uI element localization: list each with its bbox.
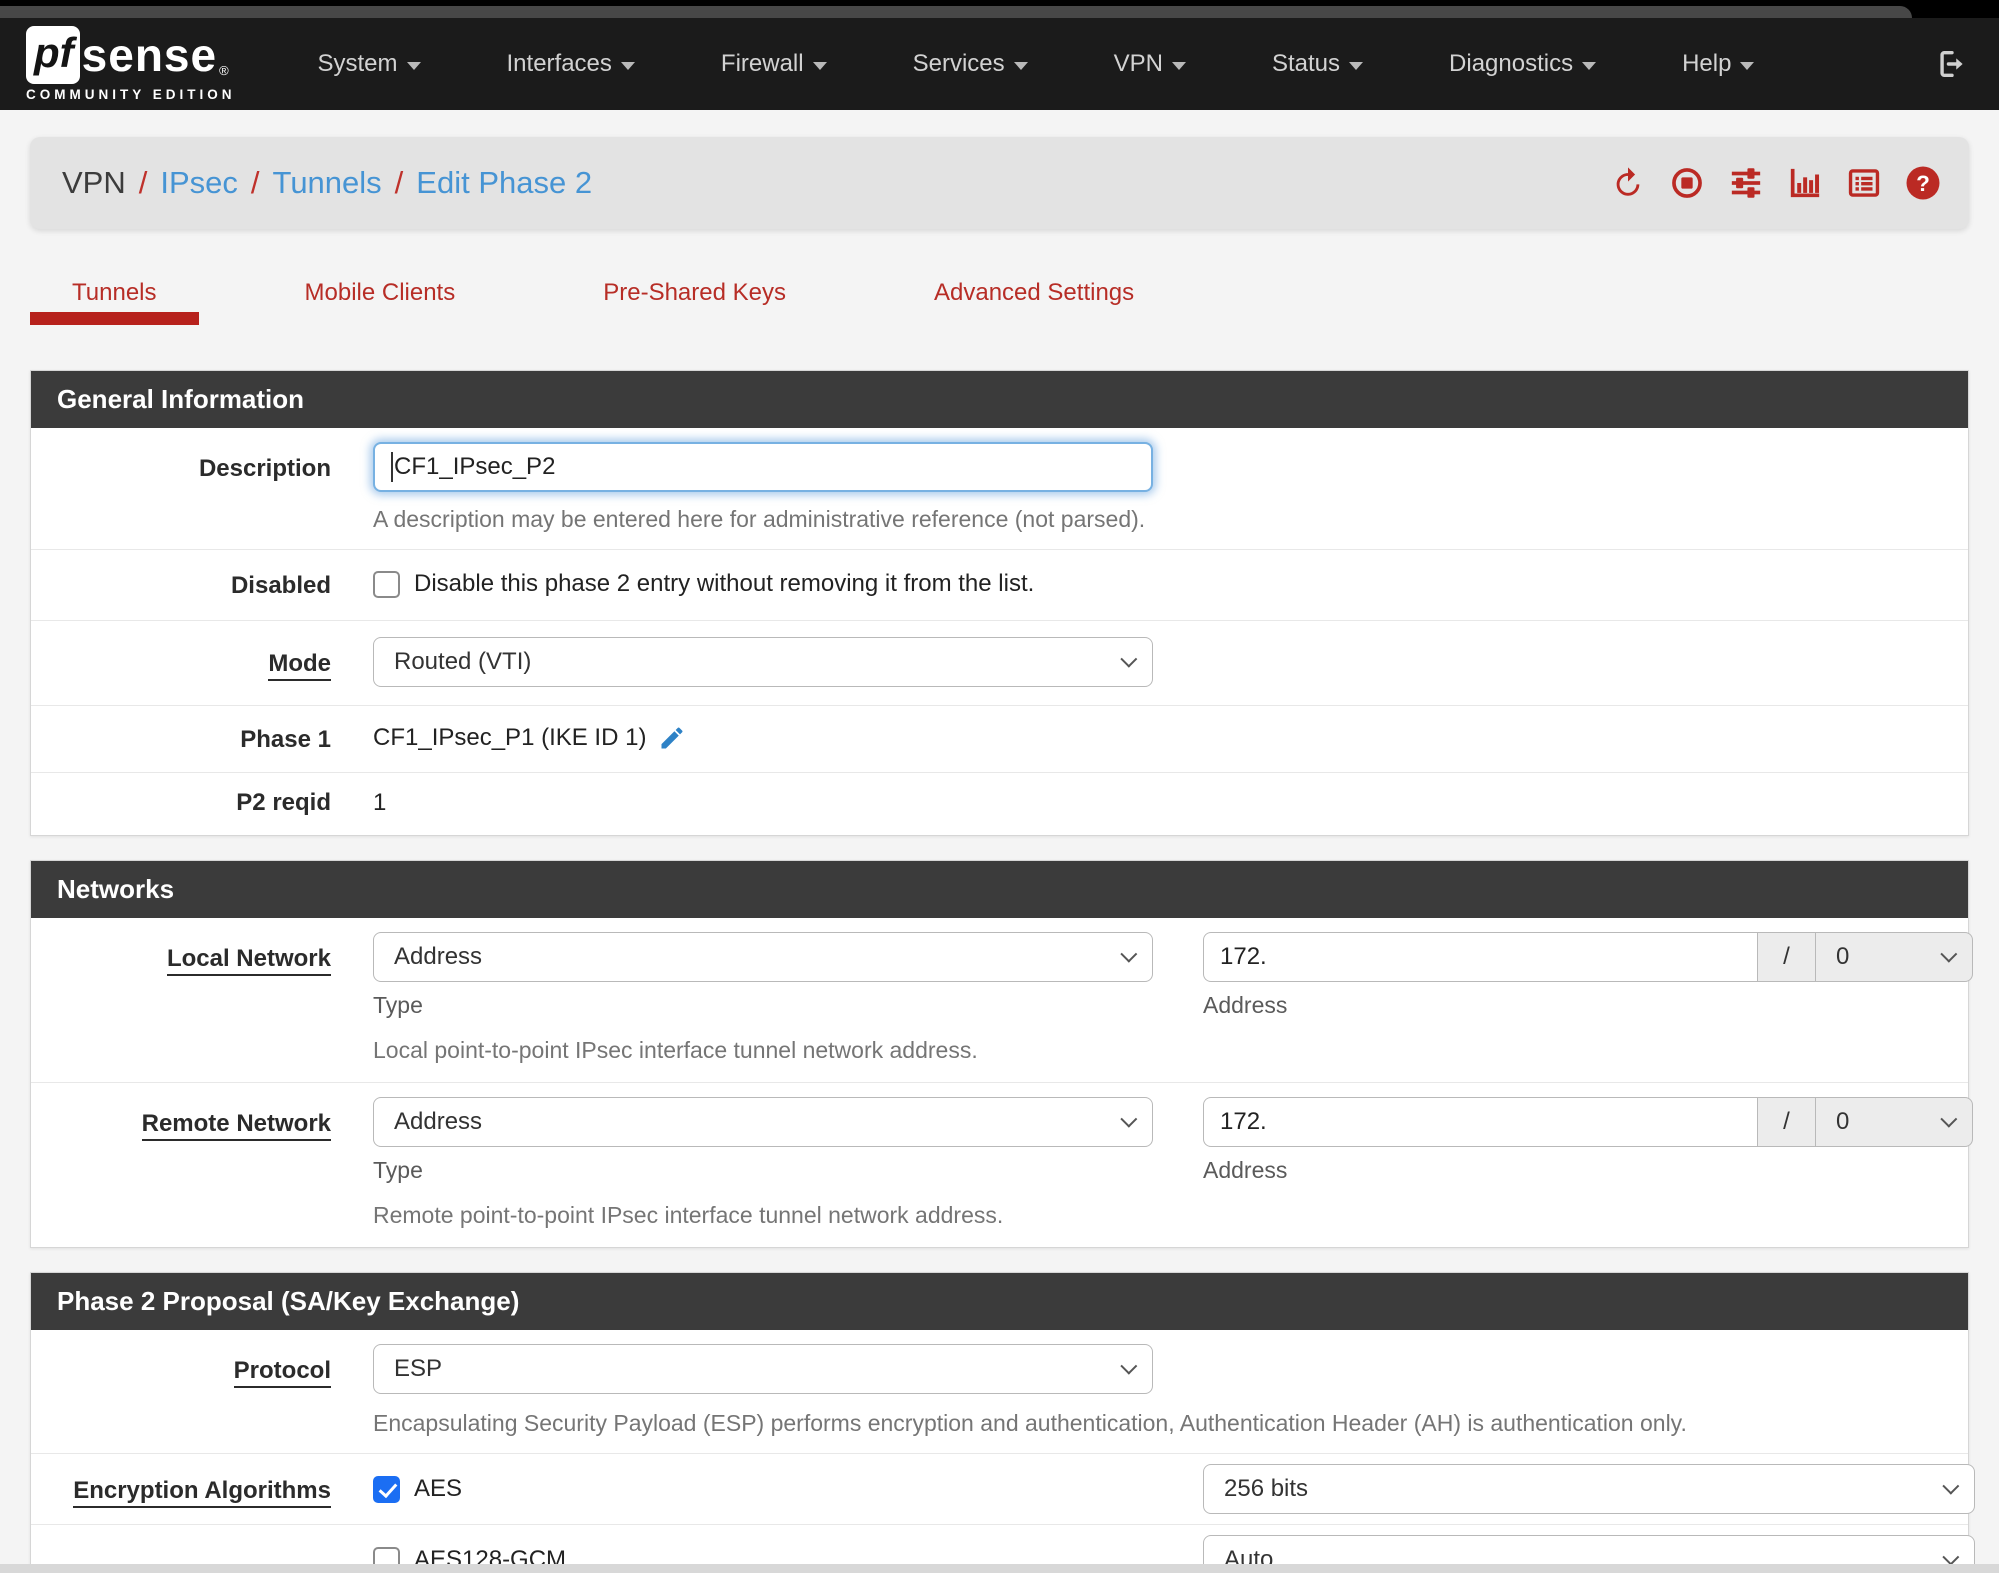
aes-bits-select[interactable]: 256 bits xyxy=(1203,1464,1975,1514)
window-top-strip xyxy=(0,0,1999,18)
protocol-help: Encapsulating Security Payload (ESP) per… xyxy=(373,1410,1687,1436)
nav-item-vpn[interactable]: VPN xyxy=(1114,50,1186,78)
p2reqid-value: 1 xyxy=(373,789,387,816)
tab-pre-shared-keys[interactable]: Pre-Shared Keys xyxy=(561,279,828,325)
local-network-type-select[interactable]: Address xyxy=(373,932,1153,982)
protocol-select[interactable]: ESP xyxy=(373,1344,1153,1394)
nav-item-status[interactable]: Status xyxy=(1272,50,1364,78)
breadcrumb-ipsec-link[interactable]: IPsec xyxy=(160,165,238,201)
chevron-down-icon xyxy=(812,61,827,70)
protocol-label: Protocol xyxy=(31,1344,361,1439)
local-mask-select[interactable]: 0 xyxy=(1815,932,1973,982)
panel-title: Networks xyxy=(31,861,1968,918)
nav-item-system[interactable]: System xyxy=(318,50,421,78)
mode-select[interactable]: Routed (VTI) xyxy=(373,637,1153,687)
panel-phase2-proposal: Phase 2 Proposal (SA/Key Exchange) Proto… xyxy=(30,1272,1975,1573)
remote-address-caption: Address xyxy=(1203,1157,1288,1183)
nav-item-help[interactable]: Help xyxy=(1682,50,1755,78)
pfsense-logo[interactable]: pf sense ® COMMUNITY EDITION xyxy=(26,26,236,102)
logo-subtitle: COMMUNITY EDITION xyxy=(26,87,236,102)
tab-mobile-clients[interactable]: Mobile Clients xyxy=(263,279,498,325)
nav-item-firewall[interactable]: Firewall xyxy=(721,50,827,78)
log-icon[interactable] xyxy=(1846,165,1882,201)
panel-general-information: General Information Description CF1_IPse… xyxy=(30,370,1969,836)
remote-type-caption: Type xyxy=(373,1157,423,1183)
breadcrumb-vpn: VPN xyxy=(62,165,126,200)
remote-mask-select[interactable]: 0 xyxy=(1815,1097,1973,1147)
remote-network-label: Remote Network xyxy=(31,1097,361,1233)
tab-advanced-settings[interactable]: Advanced Settings xyxy=(892,279,1176,325)
chevron-down-icon xyxy=(1582,61,1597,70)
disabled-checkbox-label: Disable this phase 2 entry without remov… xyxy=(414,570,1035,597)
chevron-down-icon xyxy=(1120,1357,1138,1375)
address-slash-addon: / xyxy=(1757,932,1815,982)
local-type-caption: Type xyxy=(373,992,423,1018)
window-bottom-strip xyxy=(0,1564,1999,1573)
chevron-down-icon xyxy=(620,61,635,70)
chevron-down-icon xyxy=(1349,61,1364,70)
logo-registered-mark: ® xyxy=(219,63,229,78)
local-network-help: Local point-to-point IPsec interface tun… xyxy=(373,1037,978,1063)
breadcrumb-tunnels-link[interactable]: Tunnels xyxy=(273,165,382,201)
refresh-icon[interactable] xyxy=(1610,165,1646,201)
encryption-algorithms-label: Encryption Algorithms xyxy=(31,1464,361,1514)
page-action-icons: ? xyxy=(1610,165,1941,201)
phase1-label: Phase 1 xyxy=(240,726,331,753)
address-slash-addon: / xyxy=(1757,1097,1815,1147)
remote-network-type-select[interactable]: Address xyxy=(373,1097,1153,1147)
remote-address-input[interactable]: 172. xyxy=(1203,1097,1757,1147)
chevron-down-icon xyxy=(1942,1477,1960,1495)
related-settings-icon[interactable] xyxy=(1728,165,1764,201)
chevron-down-icon xyxy=(1120,945,1138,963)
edit-pencil-icon[interactable] xyxy=(658,724,686,752)
section-tabs: Tunnels Mobile Clients Pre-Shared Keys A… xyxy=(30,279,1969,325)
help-icon[interactable]: ? xyxy=(1905,165,1941,201)
svg-text:?: ? xyxy=(1916,171,1930,196)
local-address-caption: Address xyxy=(1203,992,1288,1018)
panel-title: Phase 2 Proposal (SA/Key Exchange) xyxy=(31,1273,1968,1330)
sign-out-icon[interactable] xyxy=(1935,47,1969,81)
nav-item-diagnostics[interactable]: Diagnostics xyxy=(1449,50,1597,78)
nav-item-services[interactable]: Services xyxy=(913,50,1028,78)
chevron-down-icon xyxy=(1940,945,1958,963)
breadcrumb-panel: VPN / IPsec / Tunnels / Edit Phase 2 ? xyxy=(30,137,1969,229)
aes-checkbox-label: AES xyxy=(414,1475,463,1502)
chevron-down-icon xyxy=(406,61,421,70)
chevron-down-icon xyxy=(1740,61,1755,70)
active-tab-underline xyxy=(30,312,199,325)
stop-service-icon[interactable] xyxy=(1669,165,1705,201)
nav-menu: System Interfaces Firewall Services VPN … xyxy=(318,50,1755,78)
mode-label: Mode xyxy=(31,637,361,687)
logo-pf-mark: pf xyxy=(26,26,80,84)
chevron-down-icon xyxy=(1120,650,1138,668)
description-help: A description may be entered here for ad… xyxy=(373,506,1146,532)
chevron-down-icon xyxy=(1013,61,1028,70)
panel-networks: Networks Local Network Address Type 172.… xyxy=(30,860,1973,1248)
status-chart-icon[interactable] xyxy=(1787,165,1823,201)
logo-sense-text: sense xyxy=(81,29,218,81)
tab-tunnels[interactable]: Tunnels xyxy=(30,279,199,325)
nav-item-interfaces[interactable]: Interfaces xyxy=(507,50,635,78)
phase1-value: CF1_IPsec_P1 (IKE ID 1) xyxy=(373,724,647,751)
remote-network-help: Remote point-to-point IPsec interface tu… xyxy=(373,1202,1004,1228)
description-input[interactable]: CF1_IPsec_P2 xyxy=(373,442,1153,492)
local-address-input[interactable]: 172. xyxy=(1203,932,1757,982)
panel-title: General Information xyxy=(31,371,1968,428)
description-label: Description xyxy=(198,455,331,482)
top-navbar: pf sense ® COMMUNITY EDITION System Inte… xyxy=(0,18,1999,110)
disabled-checkbox[interactable] xyxy=(373,570,400,598)
text-cursor xyxy=(391,452,393,482)
disabled-label: Disabled xyxy=(230,572,331,599)
breadcrumb: VPN / IPsec / Tunnels / Edit Phase 2 xyxy=(62,165,593,201)
chevron-down-icon xyxy=(1940,1110,1958,1128)
chevron-down-icon xyxy=(1171,61,1186,70)
aes-checkbox[interactable] xyxy=(373,1475,400,1503)
chevron-down-icon xyxy=(1120,1110,1138,1128)
local-network-label: Local Network xyxy=(31,932,361,1068)
breadcrumb-edit-phase2-link[interactable]: Edit Phase 2 xyxy=(416,165,592,201)
p2reqid-label: P2 reqid xyxy=(236,789,331,816)
